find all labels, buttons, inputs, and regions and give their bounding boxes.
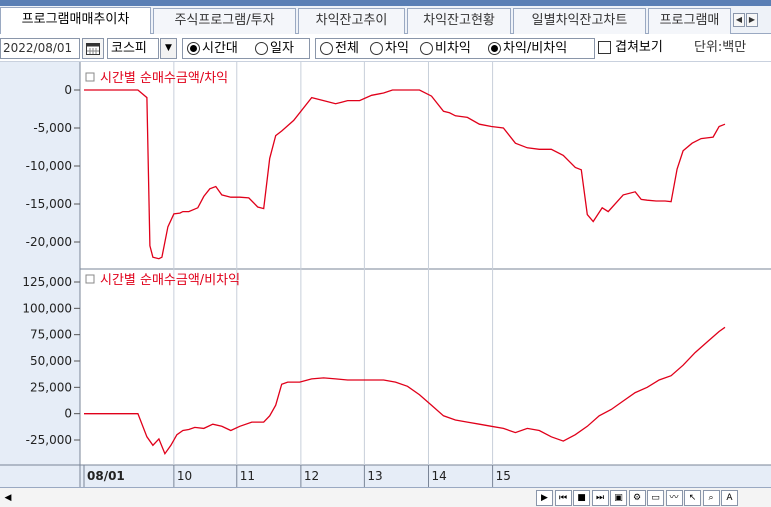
- x-tick-label: 11: [240, 469, 255, 483]
- tab-arbitrage-balance-trend[interactable]: 차익잔고추이: [298, 8, 405, 34]
- y-tick-label: -5,000: [33, 121, 72, 135]
- radio-dot: [255, 42, 268, 55]
- date-input[interactable]: 2022/08/01: [0, 38, 80, 59]
- radio-dot: [187, 42, 200, 55]
- legend-marker: [85, 72, 95, 82]
- tab-daily-arbitrage-chart[interactable]: 일별차익잔고차트: [513, 8, 646, 34]
- play-icon[interactable]: ▶: [536, 490, 553, 506]
- y-tick-label: 0: [64, 407, 72, 421]
- y-tick-label: 0: [64, 83, 72, 97]
- x-tick-label: 15: [496, 469, 511, 483]
- x-tick-label: 08/01: [87, 469, 125, 483]
- radio-arbitrage-label: 차익: [385, 41, 409, 56]
- chart-copy-icon[interactable]: ▣: [610, 490, 627, 506]
- radio-arbitrage-vs-non-label: 차익/비차익: [503, 41, 568, 56]
- bottom-toolbar: ◀ ▶ ⏮ ■ ⏭ ▣ ⚙ ▭ 〰 ↖ ⌕ A: [0, 487, 771, 507]
- y-tick-label: 25,000: [30, 380, 72, 394]
- chart-area[interactable]: 시간별 순매수금액/차익 시간별 순매수금액/비차익 08/01 10 11 12 13…: [0, 62, 771, 487]
- cursor-icon[interactable]: ↖: [684, 490, 701, 506]
- market-select[interactable]: 코스피: [107, 38, 159, 59]
- y-tick-label: -10,000: [26, 159, 72, 173]
- rewind-icon[interactable]: ⏮: [554, 490, 572, 506]
- calendar-icon[interactable]: [82, 38, 104, 59]
- y-tick-label: 50,000: [30, 354, 72, 368]
- program-trading-chart[interactable]: 시간별 순매수금액/차익 시간별 순매수금액/비차익 08/01 10 11 12 13…: [0, 62, 771, 487]
- tab-stock-program-investor[interactable]: 주식프로그램/투자: [153, 8, 296, 34]
- type-radio-group: 전체 차익 비차익 차익/비차익: [315, 38, 595, 59]
- legend-marker: [85, 274, 95, 284]
- x-tick-label: 12: [304, 469, 319, 483]
- toolbar: 2022/08/01 코스피 ▼ 시간대 일자 전체 차익 비차익 차익/비차익…: [0, 34, 771, 62]
- radio-all-label: 전체: [335, 41, 359, 56]
- x-tick-label: 14: [431, 469, 446, 483]
- tab-program-trading-trend[interactable]: 프로그램매매추이차: [0, 7, 151, 34]
- radio-dot: [420, 42, 433, 55]
- tab-scroll-left-icon[interactable]: ◀: [733, 13, 745, 27]
- tab-arbitrage-balance-status[interactable]: 차익잔고현황: [407, 8, 511, 34]
- window-icon[interactable]: ▭: [647, 490, 664, 506]
- tab-program-more[interactable]: 프로그램매: [648, 8, 731, 34]
- x-tick-label: 13: [367, 469, 382, 483]
- tab-scroll-right-icon[interactable]: ▶: [746, 13, 758, 27]
- overlay-checkbox[interactable]: 겹쳐보기: [598, 38, 678, 59]
- pane-title-non-arbitrage: 시간별 순매수금액/비차익: [100, 273, 240, 288]
- text-icon[interactable]: A: [721, 490, 738, 506]
- y-tick-label: 125,000: [22, 275, 72, 289]
- y-tick-label: 100,000: [22, 301, 72, 315]
- pane-arbitrage: 시간별 순매수금액/차익: [85, 71, 228, 86]
- radio-dot: [370, 42, 383, 55]
- radio-date-label: 일자: [270, 41, 294, 56]
- y-tick-label: -25,000: [26, 433, 72, 447]
- radio-dot: [488, 42, 501, 55]
- forward-icon[interactable]: ⏭: [591, 490, 609, 506]
- checkbox-box: [598, 41, 611, 54]
- scroll-left-icon[interactable]: ◀: [2, 491, 14, 505]
- radio-dot: [320, 42, 333, 55]
- y-tick-label: 75,000: [30, 328, 72, 342]
- overlay-label: 겹쳐보기: [615, 40, 663, 55]
- period-radio-group: 시간대 일자: [182, 38, 310, 59]
- pane-non-arbitrage: 시간별 순매수금액/비차익: [85, 273, 240, 288]
- unit-label: 단위:백만: [694, 40, 747, 55]
- radio-time-label: 시간대: [202, 41, 238, 56]
- tab-bar: 프로그램매매추이차 주식프로그램/투자 차익잔고추이 차익잔고현황 일별차익잔고…: [0, 6, 771, 34]
- x-tick-label: 10: [177, 469, 192, 483]
- zoom-icon[interactable]: ⌕: [702, 490, 720, 506]
- radio-non-arbitrage-label: 비차익: [435, 41, 471, 56]
- y-tick-label: -15,000: [26, 197, 72, 211]
- graph-icon[interactable]: 〰: [665, 490, 683, 506]
- chevron-down-icon[interactable]: ▼: [160, 38, 177, 59]
- settings-icon[interactable]: ⚙: [628, 490, 646, 506]
- y-tick-label: -20,000: [26, 235, 72, 249]
- stop-icon[interactable]: ■: [573, 490, 590, 506]
- pane-title-arbitrage: 시간별 순매수금액/차익: [100, 71, 228, 86]
